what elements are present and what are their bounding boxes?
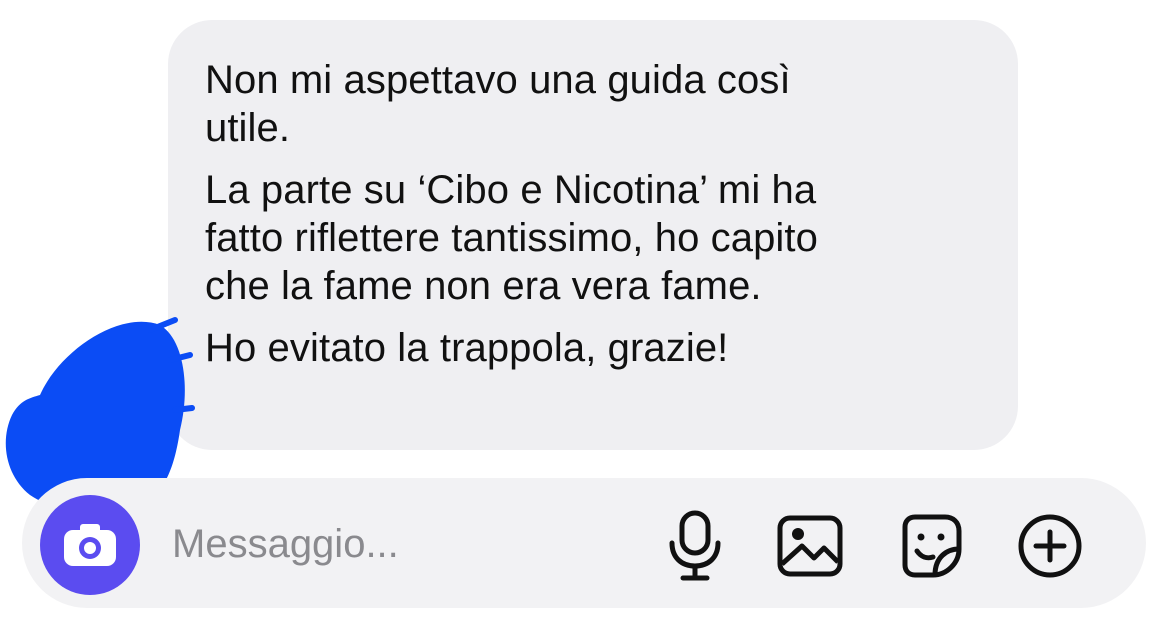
message-line: Ho evitato la trappola, grazie! [205, 326, 729, 370]
message-line: Non mi aspettavo una guida così [205, 58, 791, 102]
microphone-button[interactable] [655, 506, 735, 586]
image-icon [777, 515, 843, 577]
microphone-icon [669, 510, 721, 581]
message-input[interactable]: Messaggio... [172, 518, 399, 570]
message-line: fatto riflettere tantissimo, ho capito [205, 216, 818, 260]
message-line: che la fame non era vera fame. [205, 264, 762, 308]
gallery-button[interactable] [770, 506, 850, 586]
camera-icon [64, 524, 116, 566]
sticker-icon [902, 514, 962, 578]
message-line: utile. [205, 106, 291, 150]
more-button[interactable] [1010, 506, 1090, 586]
sticker-button[interactable] [890, 506, 970, 586]
message-text: Non mi aspettavo una guida così utile. L… [205, 56, 818, 372]
plus-icon [1018, 514, 1082, 578]
camera-button[interactable] [40, 495, 140, 595]
message-line: La parte su ‘Cibo e Nicotina’ mi ha [205, 168, 817, 212]
